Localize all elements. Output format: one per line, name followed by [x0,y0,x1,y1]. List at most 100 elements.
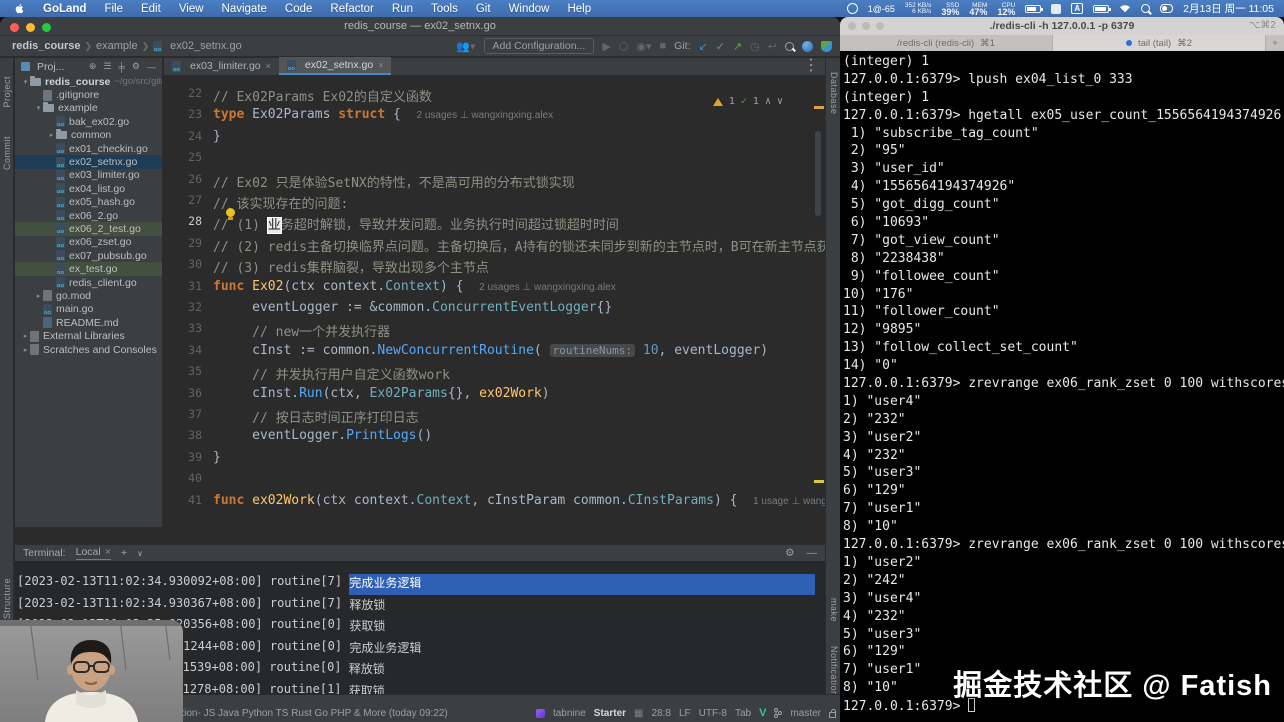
tool-window-database[interactable]: Database [829,72,839,115]
gear-icon[interactable]: ⚙ [132,61,140,72]
code-editor[interactable]: 1 ✓ 1 ∧ ∨ 22// Ex02Params Ex02的自定义函数 23 typ… [164,76,825,527]
code-line-41[interactable]: 41 func ex02Work(ctx context.Context, cIn… [164,493,825,514]
editor-tab-ex03_limiter.go[interactable]: ex03_limiter.go × [164,57,279,75]
lock-icon[interactable] [829,708,836,718]
app-status-icon[interactable] [1051,3,1062,14]
code-line-40[interactable]: 40 [164,471,825,492]
search-everywhere-icon[interactable] [785,41,794,51]
code-line-35[interactable]: 35 // 并发执行用户自定义函数work [164,364,825,385]
breadcrumb-folder[interactable]: example [96,40,138,52]
code-line-36[interactable]: 36 cInst.Run(ctx, Ex02Params{}, ex02Work… [164,386,825,407]
terminal-dropdown-icon[interactable]: ∨ [137,549,143,558]
tree-expand-icon[interactable]: ▸ [21,332,30,340]
ssd-usage[interactable]: SSD 39% [941,2,959,16]
input-method-badge[interactable]: A [1071,3,1084,14]
tree-item-ScratchesandConsoles[interactable]: ▸ Scratches and Consoles [15,343,162,356]
tree-item-common[interactable]: ▸ common [15,129,162,142]
apple-menu-icon[interactable] [14,3,25,14]
code-line-24[interactable]: 24} [164,129,825,150]
ide-titlebar[interactable]: redis_course — ex02_setnx.go [0,17,840,36]
code-line-31[interactable]: 31 func Ex02(ctx context.Context) { 2 usa… [164,279,825,300]
tree-item-bak_ex02.go[interactable]: bak_ex02.go [15,115,162,128]
debug-button[interactable]: ⬡ [619,40,629,53]
tree-expand-icon[interactable]: ▸ [34,292,43,300]
plugin-sphere-icon[interactable] [802,40,813,52]
menu-datetime[interactable]: 2月13日 周一 11:05 [1183,1,1274,16]
menu-item-edit[interactable]: Edit [141,3,161,15]
globe-icon[interactable] [846,3,858,14]
signal-status[interactable]: 1@-65 [868,4,895,14]
tree-item-ex04_list.go[interactable]: ex04_list.go [15,182,162,195]
tool-window-project[interactable]: Project [2,76,12,108]
plugin-shield-icon[interactable] [821,40,832,52]
code-line-22[interactable]: 22 // Ex02Params Ex02的自定义函数 [164,86,825,107]
tree-item-ex_test.go[interactable]: ex_test.go [15,262,162,276]
caret-position[interactable]: 28:8 [651,708,670,719]
locate-file-icon[interactable]: ⊕ [89,61,97,72]
code-line-28[interactable]: 28 // (1) 业务超时解锁，导致并发问题。业务执行时间超过锁超时时间 [164,214,825,235]
file-encoding[interactable]: UTF-8 [699,708,727,719]
code-line-23[interactable]: 23 type Ex02Params struct { 2 usages ⊥ wa… [164,107,825,128]
tree-item-main.go[interactable]: main.go [15,303,162,316]
terminal-tab-local[interactable]: Local × [75,546,111,560]
wifi-icon[interactable] [1119,4,1131,13]
tree-expand-icon[interactable]: ▾ [21,78,30,86]
tree-expand-icon[interactable]: ▾ [34,104,43,112]
tree-item-ExternalLibraries[interactable]: ▸ External Libraries [15,329,162,342]
code-line-37[interactable]: 37 // 按日志时间正序打印日志 [164,407,825,428]
git-history-icon[interactable]: ◷ [750,40,760,53]
indent-style[interactable]: Tab [735,708,751,719]
menu-item-code[interactable]: Code [285,3,313,15]
editor-tab-ex02_setnx.go[interactable]: ex02_setnx.go × [278,57,392,75]
breadcrumb-file[interactable]: ex02_setnx.go [170,40,242,52]
tool-window-make[interactable]: make [829,598,839,622]
tree-item-ex05_hash.go[interactable]: ex05_hash.go [15,196,162,209]
battery-icon[interactable] [1025,4,1044,13]
intention-bulb-icon[interactable] [226,208,235,220]
code-line-30[interactable]: 30 // (3) redis集群脑裂，导致出现多个主节点 [164,257,825,278]
tabnine-plan[interactable]: Starter [594,708,626,719]
new-tab-button[interactable]: + [1266,35,1284,51]
control-center-icon[interactable] [1160,4,1174,13]
statusbar-message[interactable]: pletion- JS Java Python TS Rust Go PHP &… [168,708,448,719]
network-speed[interactable]: 352 KB/s 6 KB/s [905,2,931,15]
git-rollback-icon[interactable]: ↩ [768,40,777,53]
collapse-all-icon[interactable]: ╪ [119,62,125,72]
line-ending[interactable]: LF [679,708,691,719]
git-branch-name[interactable]: master [790,708,821,719]
tree-expand-icon[interactable]: ▸ [47,131,56,139]
tree-item-.gitignore[interactable]: .gitignore [15,88,162,101]
hide-panel-icon[interactable]: — [147,62,156,72]
warning-stripe-mark[interactable] [814,480,824,483]
tree-item-ex02_setnx.go[interactable]: ex02_setnx.go [15,155,162,169]
tree-item-ex06_2.go[interactable]: ex06_2.go [15,209,162,222]
run-button[interactable]: ▶ [602,40,610,53]
spotlight-search-icon[interactable] [1141,4,1151,13]
tree-item-ex06_zset.go[interactable]: ex06_zset.go [15,236,162,249]
mem-usage[interactable]: MEM 47% [969,2,987,16]
stop-button[interactable]: ■ [660,40,667,52]
code-line-26[interactable]: 26 // Ex02 只是体验SetNX的特性，不是高可用的分布式锁实现 [164,172,825,193]
tree-item-ex01_checkin.go[interactable]: ex01_checkin.go [15,142,162,155]
tree-item-go.mod[interactable]: ▸ go.mod [15,289,162,302]
expand-all-icon[interactable]: ☰ [103,61,111,72]
tree-expand-icon[interactable]: ▸ [21,346,30,354]
tool-window-structure[interactable]: Structure [2,578,12,619]
menu-item-file[interactable]: File [104,3,123,15]
tab-options-kebab-icon[interactable]: ⋮ [803,55,825,75]
menu-item-view[interactable]: View [179,3,204,15]
tree-item-example[interactable]: ▾ example [15,102,162,115]
code-line-33[interactable]: 33 // new一个并发执行器 [164,321,825,342]
close-tab-icon[interactable]: × [266,61,271,71]
breadcrumb-project[interactable]: redis_course [12,40,80,52]
minimize-panel-icon[interactable]: — [807,547,818,559]
menu-item-run[interactable]: Run [392,3,413,15]
menu-item-refactor[interactable]: Refactor [330,3,373,15]
tree-item-ex07_pubsub.go[interactable]: ex07_pubsub.go [15,249,162,262]
editor-scrollbar[interactable] [815,131,821,216]
git-push-icon[interactable]: ↗ [733,40,742,53]
menu-item-window[interactable]: Window [509,3,550,15]
tabnine-label[interactable]: tabnine [553,708,586,719]
git-commit-icon[interactable]: ✓ [716,40,725,53]
redis-cli-output[interactable]: (integer) 1 127.0.0.1:6379> lpush ex04_li… [840,51,1284,722]
